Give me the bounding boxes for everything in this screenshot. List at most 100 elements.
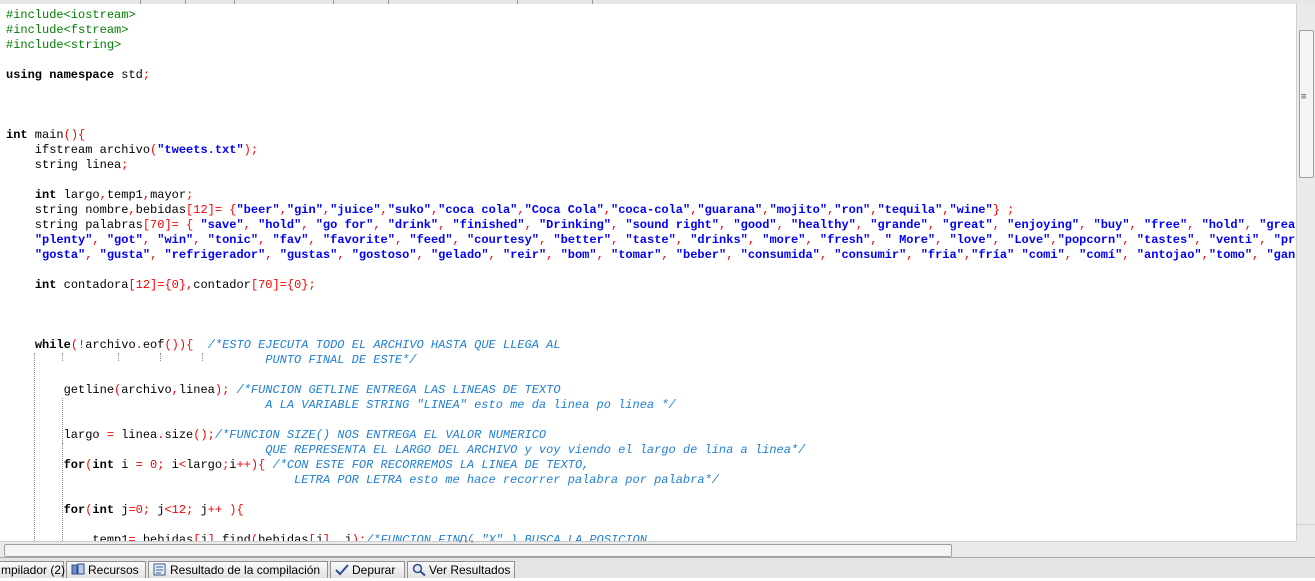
- code-line[interactable]: [6, 308, 1296, 323]
- code-token: ,: [171, 383, 179, 397]
- code-token: "ganas": [1266, 248, 1296, 262]
- code-token: "tequila": [877, 203, 943, 217]
- code-token: bebidas: [258, 533, 309, 541]
- code-token: string nombre: [6, 203, 129, 217]
- vertical-scroll-thumb[interactable]: [1299, 30, 1314, 178]
- code-line[interactable]: [6, 98, 1296, 113]
- code-line[interactable]: using namespace std;: [6, 68, 1296, 83]
- code-token: ,: [452, 233, 467, 247]
- code-token: <: [164, 503, 172, 517]
- code-token: ]= {: [164, 218, 201, 232]
- code-line[interactable]: #include<fstream>: [6, 23, 1296, 38]
- code-token: 12: [171, 503, 187, 517]
- tab-debug[interactable]: Depurar: [330, 561, 405, 578]
- code-token: #include<string>: [6, 38, 122, 52]
- source-code[interactable]: #include<iostream> #include<fstream> #incl…: [6, 8, 1296, 541]
- code-line[interactable]: string palabras[70]= { "save", "hold", "…: [6, 218, 1296, 233]
- code-token: ,: [1079, 218, 1094, 232]
- code-line[interactable]: PUNTO FINAL DE ESTE*/: [6, 353, 1296, 368]
- code-token: "grande": [870, 218, 928, 232]
- code-token: ,: [438, 218, 453, 232]
- code-token: j: [337, 533, 352, 541]
- code-token: ,: [726, 248, 741, 262]
- code-token: =: [128, 503, 136, 517]
- code-line[interactable]: A LA VARIABLE STRING "LINEA" esto me da …: [6, 398, 1296, 413]
- code-token: [: [142, 218, 151, 232]
- code-token: largo: [6, 428, 107, 442]
- code-token: "venti": [1208, 233, 1260, 247]
- code-token: "fria": [920, 248, 964, 262]
- scroll-grip-icon: ''': [457, 539, 476, 550]
- code-line[interactable]: for(int j=0; j<12; j++ ){: [6, 503, 1296, 518]
- code-token: ,: [927, 218, 943, 232]
- code-token: int: [34, 278, 57, 292]
- code-token: ,: [488, 248, 503, 262]
- code-line[interactable]: int largo,temp1,mayor;: [6, 188, 1296, 203]
- code-line[interactable]: [6, 293, 1296, 308]
- code-line[interactable]: int main(){: [6, 128, 1296, 143]
- code-token: mayor: [150, 188, 187, 202]
- code-token: "gusta": [99, 248, 151, 262]
- code-token: "more": [762, 233, 806, 247]
- code-line[interactable]: getline(archivo,linea); /*FUNCION GETLIN…: [6, 383, 1296, 398]
- horizontal-scrollbar[interactable]: ''': [0, 539, 1296, 558]
- code-line[interactable]: [6, 83, 1296, 98]
- code-token: "plenty": [34, 233, 93, 247]
- code-token: "wine": [949, 203, 993, 217]
- code-token: ,: [265, 248, 280, 262]
- code-line[interactable]: [6, 53, 1296, 68]
- code-token: QUE REPRESENTA EL LARGO DEL ARCHIVO y vo…: [265, 443, 806, 457]
- tab-compiler[interactable]: mpilador (2): [0, 561, 65, 578]
- vertical-scrollbar[interactable]: ≡: [1296, 4, 1315, 541]
- code-line[interactable]: "plenty", "got", "win", "tonic", "fav", …: [6, 233, 1296, 248]
- code-token: 12: [193, 203, 208, 217]
- debug-check-icon: [335, 563, 349, 576]
- tab-view-results[interactable]: Ver Resultados: [407, 561, 515, 578]
- code-line[interactable]: [6, 263, 1296, 278]
- code-line[interactable]: [6, 368, 1296, 383]
- code-token: ,: [1064, 248, 1080, 262]
- code-token: [: [308, 533, 316, 541]
- code-line[interactable]: ifstream archivo("tweets.txt");: [6, 143, 1296, 158]
- code-line[interactable]: #include<string>: [6, 38, 1296, 53]
- code-line[interactable]: for(int i = 0; i<largo;i++){ /*CON ESTE …: [6, 458, 1296, 473]
- code-line[interactable]: [6, 413, 1296, 428]
- code-token: " More": [884, 233, 936, 247]
- code-line[interactable]: "gosta", "gusta", "refrigerador", "gusta…: [6, 248, 1296, 263]
- code-token: ]={: [272, 278, 295, 292]
- tab-label: Ver Resultados: [429, 563, 511, 577]
- code-token: "drink": [387, 218, 439, 232]
- code-token: 70: [258, 278, 273, 292]
- code-line[interactable]: [6, 173, 1296, 188]
- code-line[interactable]: [6, 518, 1296, 533]
- code-line[interactable]: string nombre,bebidas[12]= {"beer","gin"…: [6, 203, 1296, 218]
- code-editor[interactable]: #include<iostream> #include<fstream> #incl…: [0, 4, 1296, 541]
- code-token: ,: [1122, 248, 1137, 262]
- horizontal-scroll-thumb[interactable]: [4, 544, 952, 557]
- code-line[interactable]: QUE REPRESENTA EL LARGO DEL ARCHIVO y vo…: [6, 443, 1296, 458]
- tab-label: Recursos: [88, 563, 139, 577]
- code-token: ,: [1252, 248, 1267, 262]
- code-token: ,: [935, 233, 950, 247]
- code-line[interactable]: int contadora[12]={0},contador[70]={0};: [6, 278, 1296, 293]
- tab-resources[interactable]: Recursos: [66, 561, 146, 578]
- code-line[interactable]: string linea;: [6, 158, 1296, 173]
- code-line[interactable]: [6, 113, 1296, 128]
- code-line[interactable]: [6, 323, 1296, 338]
- code-token: /*ESTO EJECUTA TODO EL ARCHIVO HASTA QUE…: [207, 338, 561, 352]
- code-line[interactable]: LETRA POR LETRA esto me hace recorrer pa…: [6, 473, 1296, 488]
- code-token: "drinks": [690, 233, 748, 247]
- code-token: "coca-cola": [611, 203, 691, 217]
- code-token: "buy": [1093, 218, 1130, 232]
- code-line[interactable]: largo = linea.size();/*FUNCION SIZE() NO…: [6, 428, 1296, 443]
- code-line[interactable]: #include<iostream>: [6, 8, 1296, 23]
- tab-compile-log[interactable]: Resultado de la compilación: [148, 561, 328, 578]
- code-line[interactable]: temp1= bebidas[j].find(bebidas[j], j);/*…: [6, 533, 1296, 541]
- code-line[interactable]: [6, 488, 1296, 503]
- scroll-down-arrow-icon[interactable]: [1297, 524, 1315, 541]
- code-token: ,: [719, 218, 734, 232]
- code-line[interactable]: while(!archivo.eof()){ /*ESTO EJECUTA TO…: [6, 338, 1296, 353]
